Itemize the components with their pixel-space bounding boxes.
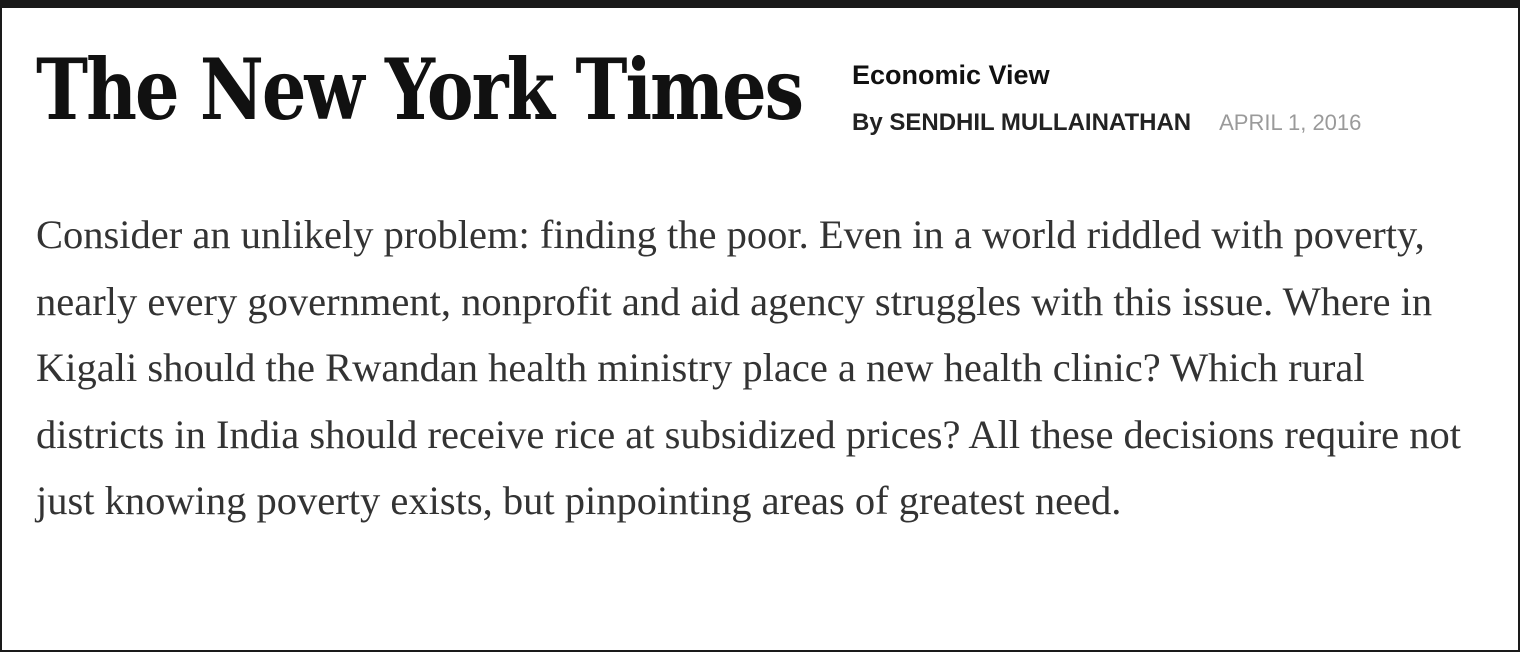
article-card: The New York Times Economic View By SEND… bbox=[0, 0, 1520, 652]
publish-date: APRIL 1, 2016 bbox=[1219, 110, 1362, 135]
masthead: The New York Times bbox=[36, 44, 804, 154]
article-paragraph: Consider an unlikely problem: finding th… bbox=[36, 212, 1461, 523]
author-byline[interactable]: By SENDHIL MULLAINATHAN bbox=[852, 109, 1191, 137]
section-label[interactable]: Economic View bbox=[852, 62, 1361, 89]
article-meta: Economic View By SENDHIL MULLAINATHAN AP… bbox=[852, 62, 1361, 137]
nyt-logo[interactable]: The New York Times bbox=[36, 47, 804, 132]
byline-row: By SENDHIL MULLAINATHAN APRIL 1, 2016 bbox=[852, 109, 1361, 137]
